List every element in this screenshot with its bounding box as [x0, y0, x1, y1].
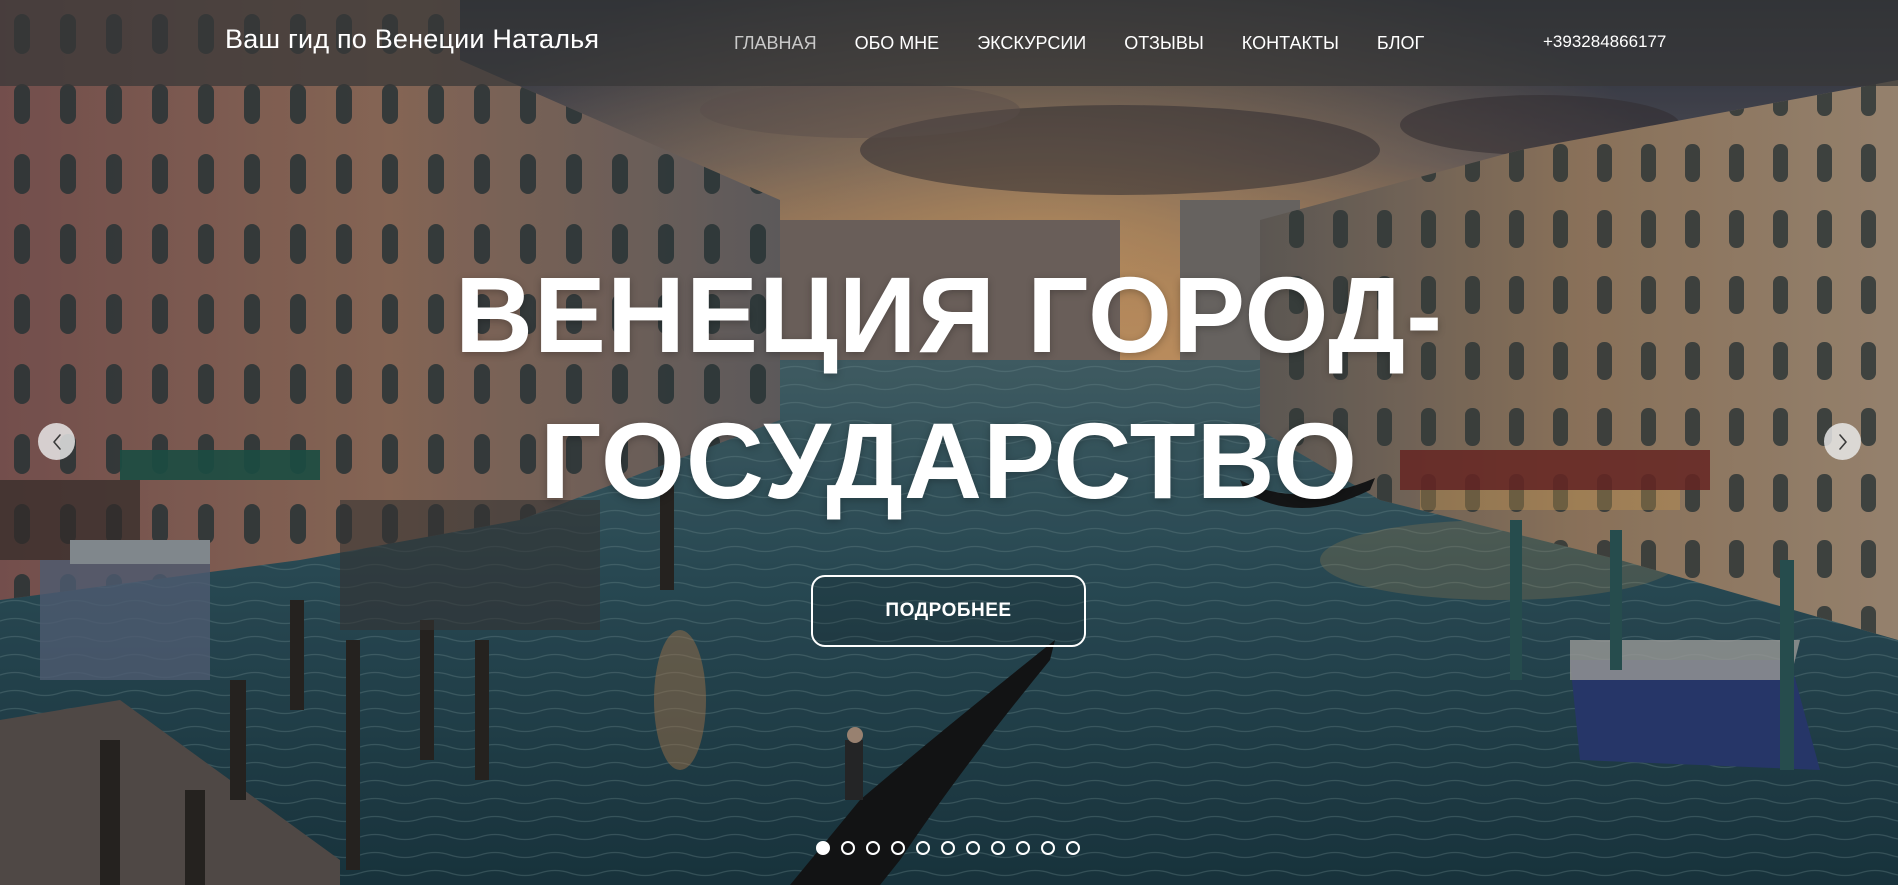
phone-link[interactable]: +393284866177 [1543, 30, 1666, 54]
chevron-right-icon [1838, 433, 1847, 450]
site-header: Ваш гид по Венеции Наталья ГЛАВНАЯ ОБО М… [0, 0, 1898, 86]
nav-item-reviews[interactable]: ОТЗЫВЫ [1124, 30, 1204, 56]
slider-dot[interactable] [816, 841, 830, 855]
slider-dot[interactable] [966, 841, 980, 855]
nav-item-blog[interactable]: БЛОГ [1377, 30, 1424, 56]
slider-dot[interactable] [1016, 841, 1030, 855]
slider-dot[interactable] [1066, 841, 1080, 855]
slider-dot[interactable] [1041, 841, 1055, 855]
slider-dot[interactable] [841, 841, 855, 855]
slider-prev-button[interactable] [38, 423, 75, 460]
slider-pagination [816, 841, 1091, 855]
site-brand[interactable]: Ваш гид по Венеции Наталья [225, 24, 599, 55]
slider-dot[interactable] [866, 841, 880, 855]
hero-slider: Ваш гид по Венеции Наталья ГЛАВНАЯ ОБО М… [0, 0, 1898, 885]
nav-item-tours[interactable]: ЭКСКУРСИИ [977, 30, 1086, 56]
more-button[interactable]: ПОДРОБНЕЕ [811, 575, 1086, 647]
hero-title: ВЕНЕЦИЯ ГОРОД- ГОСУДАРСТВО [349, 242, 1549, 534]
slider-dot[interactable] [891, 841, 905, 855]
hero-title-line-1: ВЕНЕЦИЯ ГОРОД- [454, 254, 1444, 375]
hero-title-line-2: ГОСУДАРСТВО [540, 400, 1358, 521]
chevron-left-icon [52, 433, 61, 450]
slider-next-button[interactable] [1824, 423, 1861, 460]
nav-item-home[interactable]: ГЛАВНАЯ [734, 30, 817, 56]
nav-item-contacts[interactable]: КОНТАКТЫ [1242, 30, 1339, 56]
main-nav: ГЛАВНАЯ ОБО МНЕ ЭКСКУРСИИ ОТЗЫВЫ КОНТАКТ… [734, 30, 1462, 56]
slider-dot[interactable] [916, 841, 930, 855]
slider-dot[interactable] [941, 841, 955, 855]
nav-item-about[interactable]: ОБО МНЕ [855, 30, 940, 56]
slider-dot[interactable] [991, 841, 1005, 855]
